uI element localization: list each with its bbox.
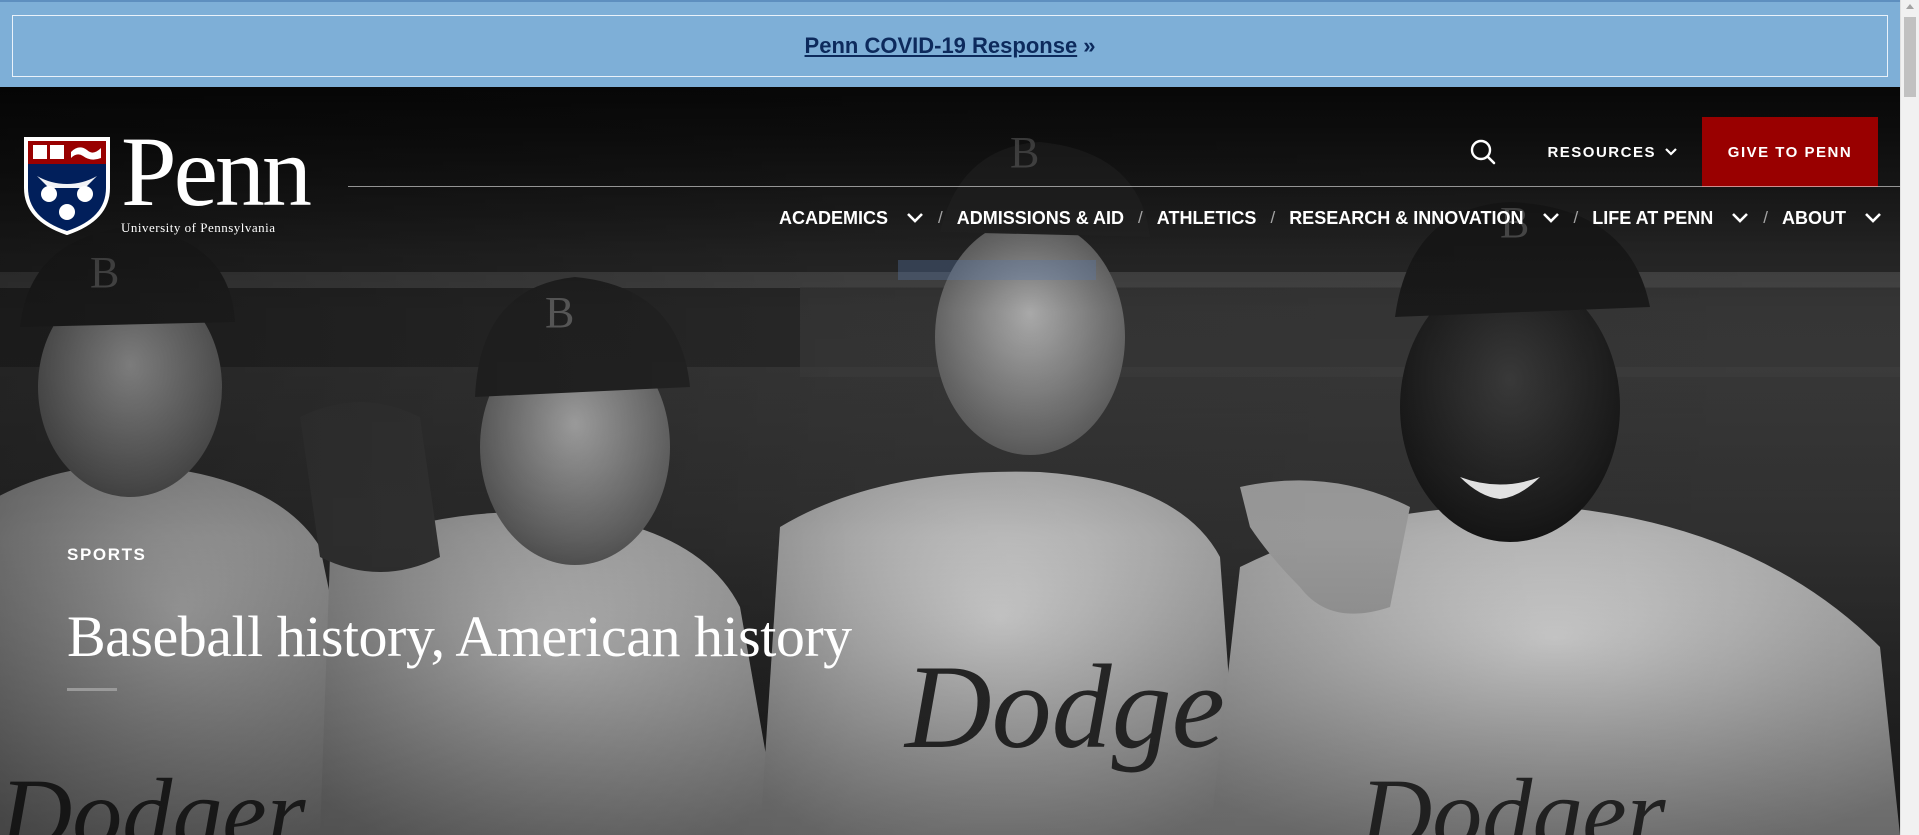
page-scrollbar[interactable] bbox=[1900, 0, 1919, 835]
logo-text: Penn University of Pennsylvania bbox=[121, 122, 331, 240]
resources-menu[interactable]: RESOURCES bbox=[1547, 144, 1678, 161]
chevron-down-icon bbox=[1865, 213, 1881, 223]
nav-life-at-penn[interactable]: LIFE AT PENN bbox=[1592, 208, 1749, 229]
nav-research-innovation[interactable]: RESEARCH & INNOVATION bbox=[1289, 208, 1559, 229]
story-title-link[interactable]: Baseball history, American history bbox=[67, 603, 852, 670]
nav-label: RESEARCH & INNOVATION bbox=[1289, 207, 1524, 228]
covid-alert-banner: Penn COVID-19 Response » bbox=[0, 0, 1900, 87]
penn-shield-icon bbox=[24, 137, 110, 236]
covid-response-link[interactable]: Penn COVID-19 Response bbox=[805, 33, 1078, 59]
nav-label: ADMISSIONS & AID bbox=[956, 207, 1125, 228]
watermark-overlay bbox=[898, 260, 1096, 280]
utility-nav: RESOURCES GIVE TO PENN bbox=[1463, 117, 1878, 187]
nav-academics[interactable]: ACADEMICS bbox=[779, 208, 924, 229]
nav-divider bbox=[348, 186, 1900, 187]
penn-logo[interactable]: Penn University of Pennsylvania bbox=[23, 122, 333, 240]
chevron-down-icon bbox=[1665, 148, 1677, 156]
search-icon bbox=[1471, 139, 1496, 165]
scroll-up-arrow-icon[interactable] bbox=[1906, 4, 1914, 9]
story-title-underline bbox=[67, 688, 117, 691]
nav-separator: / bbox=[1763, 208, 1768, 227]
nav-separator: / bbox=[1270, 208, 1276, 227]
give-to-penn-button[interactable]: GIVE TO PENN bbox=[1702, 117, 1878, 187]
nav-label: ABOUT bbox=[1782, 207, 1846, 228]
logo-wordmark: Penn bbox=[121, 116, 312, 227]
nav-label: ATHLETICS bbox=[1156, 207, 1257, 228]
nav-label: LIFE AT PENN bbox=[1592, 207, 1714, 228]
main-nav: ACADEMICS / ADMISSIONS & AID / ATHLETICS… bbox=[779, 203, 1882, 233]
chevron-down-icon bbox=[1542, 213, 1559, 223]
nav-separator: / bbox=[1138, 208, 1143, 227]
nav-separator: / bbox=[1573, 208, 1579, 227]
page-viewport: Penn COVID-19 Response » Penn University… bbox=[0, 0, 1900, 835]
chevron-down-icon bbox=[1732, 213, 1749, 223]
nav-about[interactable]: ABOUT bbox=[1782, 208, 1882, 229]
covid-alert-box: Penn COVID-19 Response » bbox=[12, 15, 1888, 77]
story-category-link[interactable]: SPORTS bbox=[67, 545, 147, 565]
nav-separator: / bbox=[937, 208, 943, 227]
alert-arrow: » bbox=[1083, 33, 1096, 58]
hero-section: B B B Dodger B Dodger Dodger bbox=[0, 87, 1900, 835]
scroll-thumb[interactable] bbox=[1904, 17, 1916, 97]
chevron-down-icon bbox=[907, 213, 923, 223]
search-button[interactable] bbox=[1463, 132, 1503, 172]
nav-athletics[interactable]: ATHLETICS bbox=[1157, 208, 1257, 229]
nav-admissions-aid[interactable]: ADMISSIONS & AID bbox=[957, 208, 1124, 229]
logo-subtitle: University of Pennsylvania bbox=[121, 220, 276, 235]
resources-label: RESOURCES bbox=[1547, 143, 1656, 161]
nav-label: ACADEMICS bbox=[778, 207, 888, 228]
